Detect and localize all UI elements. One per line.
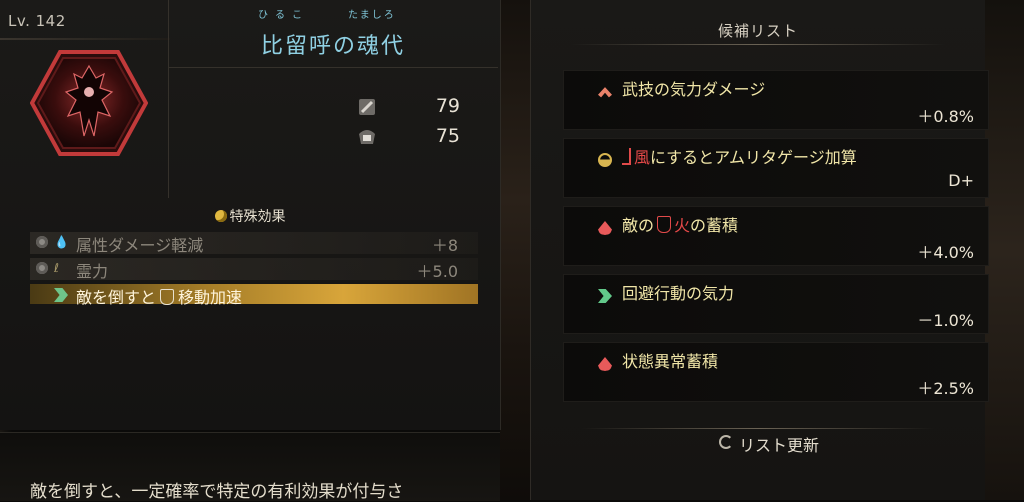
effect-value: ＋8 (431, 236, 458, 255)
element-fire-text: 火 (674, 216, 691, 235)
furigana-hiruko: ひるこ (258, 10, 309, 21)
blood-drop-icon (598, 221, 612, 235)
gear-icon (36, 262, 48, 274)
stat-row-attack: 79 (356, 94, 476, 120)
effect-row-spirit[interactable]: ℓ 霊力 ＋5.0 (30, 258, 478, 281)
stat-value-attack: 79 (435, 95, 460, 117)
candidate-label-a: 敵の (622, 216, 655, 235)
shield-icon (160, 289, 175, 305)
candidate-item[interactable]: 敵の 火の蓄積 ＋4.0% (563, 206, 989, 266)
effect-row-selected[interactable]: 敵を倒すと 移動加速 (30, 284, 478, 307)
candidate-value: D+ (948, 171, 974, 190)
defense-icon (356, 126, 378, 148)
candidate-value: ＋2.5% (917, 379, 974, 398)
candidate-item[interactable]: 武技の気力ダメージ ＋0.8% (563, 70, 989, 130)
background-gap (500, 0, 530, 500)
item-detail-panel: Lv. 142 ひるこ たましろ 比留呼の魂代 79 75 特殊効果 💧 属性ダ… (0, 0, 501, 430)
background-right (985, 0, 1024, 500)
amrita-gauge-icon (598, 153, 612, 167)
refresh-list-button[interactable]: リスト更新 (719, 432, 839, 455)
level-underline (0, 38, 170, 40)
effect-value: ＋5.0 (416, 262, 458, 281)
effect-row-element-dmg-reduction[interactable]: 💧 属性ダメージ軽減 ＋8 (30, 232, 478, 255)
candidate-value: ＋0.8% (917, 107, 974, 126)
blood-drop-icon (598, 357, 612, 371)
candidate-list-title: 候補リスト (717, 22, 798, 40)
yin-yang-icon (214, 210, 227, 222)
spirit-icon: ℓ (54, 261, 59, 275)
header-horizontal-divider (168, 67, 498, 68)
dodge-icon (598, 289, 612, 303)
furigana-tamashiro: たましろ (348, 10, 396, 21)
skill-chevron-icon (598, 87, 612, 98)
effect-label-before: 敵を倒すと (76, 288, 157, 307)
effect-label: 霊力 (76, 262, 109, 281)
candidate-label: 回避行動の気力 (622, 284, 735, 303)
candidate-value: －1.0% (917, 311, 974, 330)
stat-value-defense: 75 (435, 125, 460, 147)
description-panel: 敵を倒すと、一定確率で特定の有利効果が付与さ (0, 432, 500, 502)
candidate-label: 状態異常蓄積 (622, 352, 719, 371)
element-shield-icon (657, 216, 672, 233)
candidate-label: 敵の 火の蓄積 (622, 212, 738, 236)
candidate-list-panel: 候補リスト 武技の気力ダメージ ＋0.8% 風にするとアムリタゲージ加算 D+ … (530, 0, 989, 500)
effect-label: 属性ダメージ軽減 (76, 236, 204, 255)
effect-label-after: 移動加速 (178, 288, 243, 307)
special-effects-heading: 特殊効果 (0, 206, 500, 226)
effect-label: 敵を倒すと 移動加速 (76, 284, 242, 308)
refresh-list-label: リスト更新 (739, 436, 820, 455)
candidate-item[interactable]: 風にするとアムリタゲージ加算 D+ (563, 138, 989, 198)
element-bracket-icon (622, 148, 631, 165)
item-name-furigana: ひるこ たましろ (250, 6, 410, 21)
refresh-divider (581, 428, 935, 429)
soul-core-emblem-icon (30, 48, 148, 158)
candidate-item[interactable]: 状態異常蓄積 ＋2.5% (563, 342, 989, 402)
candidate-label-b: の蓄積 (690, 216, 739, 235)
item-level: Lv. 142 (8, 12, 66, 30)
candidate-value: ＋4.0% (917, 243, 974, 262)
stat-row-defense: 75 (356, 124, 476, 150)
special-effects-title: 特殊効果 (229, 209, 286, 225)
element-wind-text: 風 (634, 148, 651, 167)
effect-description: 敵を倒すと、一定確率で特定の有利効果が付与さ (30, 482, 404, 502)
candidate-item[interactable]: 回避行動の気力 －1.0% (563, 274, 989, 334)
candidate-label: 武技の気力ダメージ (622, 80, 766, 99)
water-drop-icon: 💧 (54, 235, 69, 249)
title-divider (571, 44, 945, 45)
attack-icon (356, 96, 378, 118)
gear-icon (36, 236, 48, 248)
refresh-icon (719, 435, 733, 449)
candidate-label: 風にするとアムリタゲージ加算 (622, 144, 857, 168)
candidate-label-rest: にするとアムリタゲージ加算 (650, 148, 857, 167)
item-name: 比留呼の魂代 (260, 34, 405, 59)
green-chevron-icon (54, 288, 68, 302)
